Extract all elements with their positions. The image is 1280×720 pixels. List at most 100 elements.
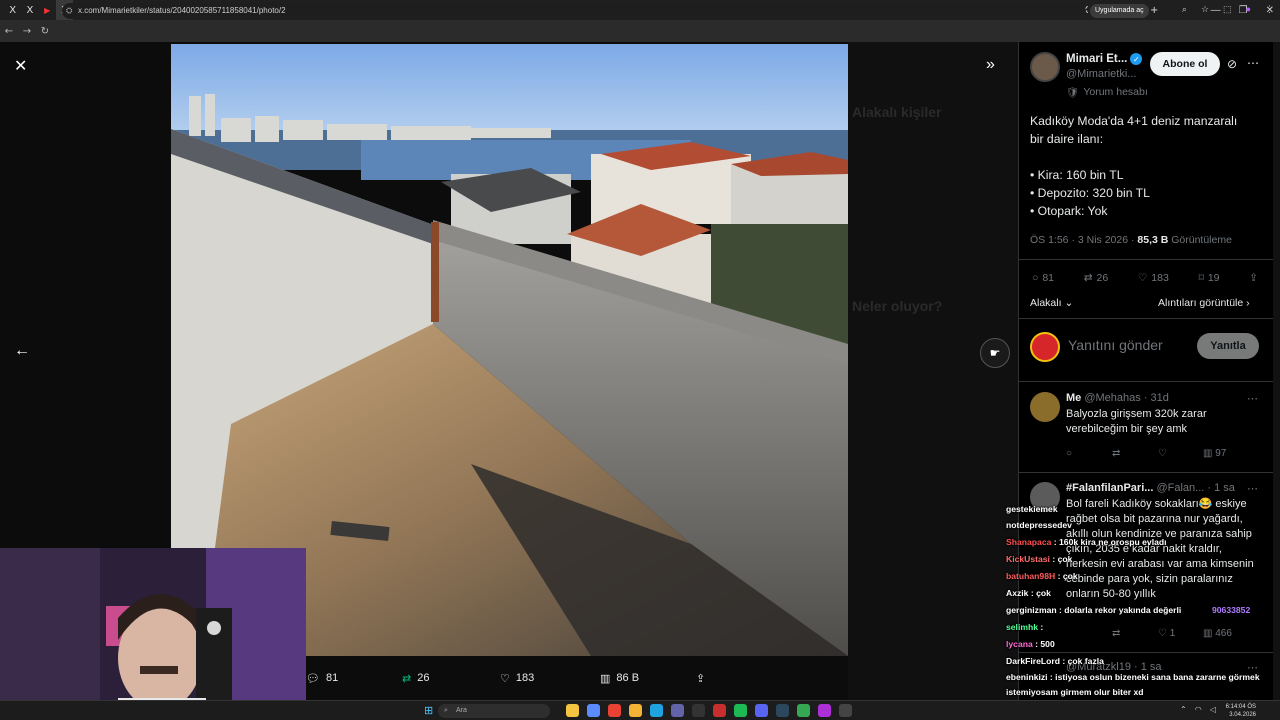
- bookmark-icon: ⌑: [1198, 272, 1204, 284]
- author-name-row[interactable]: Mimari Et... ✓: [1066, 53, 1143, 65]
- tweet-line: bir daire ilanı:: [1030, 132, 1104, 146]
- viewer-like-button[interactable]: ♡ 183: [500, 672, 534, 685]
- chat-overlay-text: 90633852: [1212, 605, 1251, 615]
- arrow-left-icon[interactable]: ←: [14, 342, 30, 360]
- menu-icon[interactable]: ⋮: [1265, 4, 1274, 15]
- chat-username[interactable]: istemiyosam girmem olur biter xd: [1006, 687, 1144, 697]
- views-button[interactable]: ▥ 97: [1203, 448, 1226, 459]
- view-quotes-link[interactable]: Alıntıları görüntüle ›: [1158, 297, 1250, 309]
- sort-dropdown[interactable]: Alakalı ⌄: [1030, 297, 1073, 309]
- back-icon[interactable]: ←: [0, 26, 18, 37]
- my-avatar[interactable]: [1030, 332, 1060, 362]
- chat-username[interactable]: Shanapaca: [1006, 537, 1051, 547]
- reload-icon[interactable]: ↻: [36, 26, 54, 37]
- reply-author-name[interactable]: Me: [1066, 392, 1081, 404]
- chrome-profile-icon[interactable]: [797, 704, 810, 717]
- start-icon[interactable]: ⊞: [424, 704, 433, 717]
- chat-username[interactable]: notdepressedev: [1006, 520, 1072, 530]
- copilot-icon[interactable]: [587, 704, 600, 717]
- browser-tab[interactable]: X: [4, 0, 21, 20]
- more-options-icon[interactable]: ⋯: [1247, 56, 1259, 70]
- app-icon[interactable]: [713, 704, 726, 717]
- spotify-icon[interactable]: [734, 704, 747, 717]
- tray-chevron-icon[interactable]: ⌃: [1180, 705, 1187, 714]
- reply-more-icon[interactable]: ⋯: [1247, 482, 1258, 495]
- app-icon[interactable]: [818, 704, 831, 717]
- chat-username[interactable]: batuhan98H: [1006, 571, 1055, 581]
- browser-tab[interactable]: X: [21, 0, 38, 20]
- chat-username[interactable]: KickUstasi: [1006, 554, 1050, 564]
- reply-submit-button[interactable]: Yanıtla: [1197, 333, 1259, 359]
- reply-icon[interactable]: ○: [1066, 448, 1072, 459]
- chat-message: KickUstasi : çok: [1006, 554, 1072, 564]
- url-field[interactable]: ⛭ x.com/Mimarietkiler/status/20400205857…: [62, 3, 1086, 19]
- viewer-repost-button[interactable]: ⇄ 26: [402, 672, 429, 685]
- tweet-line: [1030, 148, 1260, 166]
- dim-heading-relevant: Alakalı kişiler: [852, 104, 942, 120]
- chat-username[interactable]: gestekiemek: [1006, 504, 1058, 514]
- discord-icon[interactable]: [755, 704, 768, 717]
- author-avatar[interactable]: [1030, 52, 1060, 82]
- app-icon[interactable]: [839, 704, 852, 717]
- viewer-share-button[interactable]: ⇪: [696, 672, 705, 685]
- tweet-line: • Kira: 160 bin TL: [1030, 168, 1124, 182]
- reply-avatar[interactable]: [1030, 392, 1060, 422]
- reply-item: Me @Mehahas · 31d Balyozla girişsem 320k…: [1066, 392, 1266, 437]
- like-count: 183: [1151, 272, 1169, 284]
- taskbar-search[interactable]: ⌕ Ara: [438, 704, 550, 718]
- divider: [1019, 472, 1273, 473]
- chat-username[interactable]: lycana: [1006, 639, 1033, 649]
- chat-message: istemiyosam girmem olur biter xd: [1006, 687, 1144, 697]
- viewer-reply-button[interactable]: 💬︎ 81: [306, 672, 338, 685]
- extensions-icon[interactable]: ⬚: [1223, 4, 1232, 15]
- profile-icon[interactable]: ●: [1246, 4, 1251, 15]
- open-in-app-button[interactable]: Uygulamada aç: [1090, 4, 1149, 18]
- x-tab-icon: X: [26, 4, 34, 16]
- reply-author-name[interactable]: #FalanfilanPari...: [1066, 482, 1153, 494]
- file-explorer-icon[interactable]: [566, 704, 579, 717]
- reply-button[interactable]: ○ 81: [1032, 272, 1054, 284]
- reply-author-handle[interactable]: @Mehahas · 31d: [1084, 392, 1169, 404]
- forward-icon[interactable]: →: [18, 26, 36, 37]
- like-button[interactable]: ♡ 183: [1138, 272, 1169, 284]
- reply-more-icon[interactable]: ⋯: [1247, 392, 1258, 405]
- edge-icon[interactable]: [650, 704, 663, 717]
- bookmark-star-icon[interactable]: ☆: [1201, 4, 1209, 15]
- chat-username[interactable]: gerginizman: [1006, 605, 1057, 615]
- chat-username[interactable]: DarkFireLord: [1006, 656, 1060, 666]
- chat-message: batuhan98H : çok: [1006, 571, 1078, 581]
- chrome-icon[interactable]: [608, 704, 621, 717]
- heart-icon[interactable]: ♡: [1158, 448, 1167, 459]
- site-info-icon[interactable]: ⛭: [66, 3, 72, 19]
- share-icon: ⇪: [696, 672, 706, 685]
- browser-tab[interactable]: ▶: [39, 0, 56, 20]
- bookmark-button[interactable]: ⌑ 19: [1198, 272, 1219, 284]
- windows-taskbar: ⊞ ⌕ Ara ⌃ ◠ ◁ 6:14:04 ÖS 3.04.2026: [0, 700, 1280, 720]
- clock-date: 3.04.2026: [1229, 712, 1256, 718]
- repost-button[interactable]: ⇄ 26: [1084, 272, 1109, 284]
- chat-username[interactable]: ebeninkizi: [1006, 672, 1048, 682]
- close-icon[interactable]: ✕: [14, 56, 27, 76]
- speaker-icon[interactable]: ◁: [1210, 705, 1216, 714]
- repost-icon[interactable]: ⇄: [1112, 448, 1120, 459]
- chat-username[interactable]: selimhk: [1006, 622, 1038, 632]
- teams-icon[interactable]: [671, 704, 684, 717]
- chat-username[interactable]: Axzik: [1006, 588, 1028, 598]
- share-button[interactable]: ⇪: [1249, 272, 1258, 284]
- folder-icon[interactable]: [629, 704, 642, 717]
- obs-icon[interactable]: [692, 704, 705, 717]
- next-photo-button[interactable]: ☛: [980, 338, 1010, 368]
- reply-input[interactable]: Yanıtını gönder: [1068, 337, 1163, 353]
- taskbar-search-placeholder: Ara: [456, 707, 467, 714]
- wifi-icon[interactable]: ◠: [1195, 705, 1202, 714]
- taskbar-clock[interactable]: 6:14:04 ÖS 3.04.2026: [1226, 703, 1256, 719]
- author-handle[interactable]: @Mimarietki...: [1066, 68, 1136, 80]
- steam-icon[interactable]: [776, 704, 789, 717]
- grok-icon[interactable]: ⊘: [1227, 57, 1237, 71]
- zoom-icon[interactable]: ⌕: [1182, 4, 1187, 15]
- reply-author-handle[interactable]: @Falan... · 1 sa: [1156, 482, 1234, 494]
- tweet-time[interactable]: ÖS 1:56 · 3 Nis 2026 ·: [1030, 234, 1137, 246]
- chevrons-right-icon[interactable]: »: [986, 56, 995, 74]
- viewer-views-button[interactable]: ▥ 86 B: [600, 672, 639, 685]
- follow-button[interactable]: Abone ol: [1150, 52, 1220, 76]
